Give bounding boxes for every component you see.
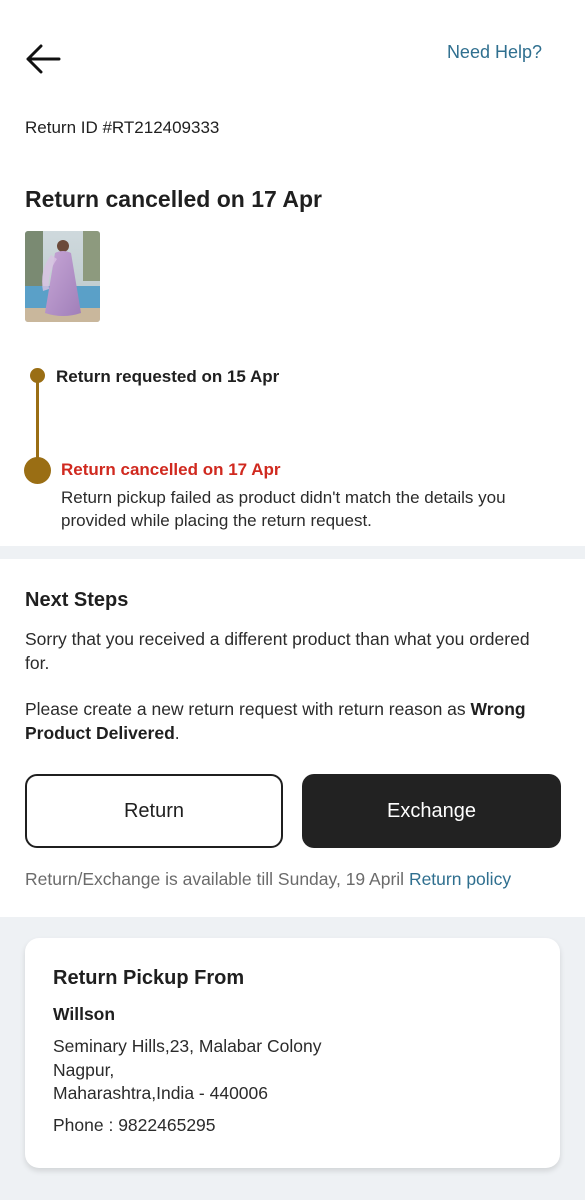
back-button[interactable] (22, 38, 64, 80)
next-steps-title: Next Steps (25, 589, 129, 611)
arrow-left-icon (26, 44, 61, 74)
product-image (25, 231, 100, 322)
pickup-address-line1: Seminary Hills,23, Malabar Colony (53, 1036, 322, 1056)
pickup-name: Willson (53, 1004, 116, 1024)
pickup-phone: Phone : 9822465295 (53, 1115, 216, 1135)
return-policy-link[interactable]: Return policy (409, 869, 511, 889)
availability-text: Return/Exchange is available till Sunday… (25, 869, 405, 889)
timeline-step-cancelled-description: Return pickup failed as product didn't m… (61, 488, 506, 530)
next-steps-message: Sorry that you received a different prod… (25, 629, 530, 673)
page-title: Return cancelled on 17 Apr (25, 186, 322, 212)
timeline-connector (36, 376, 39, 468)
return-button[interactable]: Return (25, 774, 283, 848)
instruction-text: Please create a new return request with … (25, 699, 471, 719)
timeline-dot-cancelled (24, 457, 51, 484)
pickup-title: Return Pickup From (53, 967, 245, 989)
section-divider (0, 546, 585, 559)
timeline-dot-requested (30, 368, 45, 383)
instruction-suffix: . (174, 723, 180, 743)
exchange-button[interactable]: Exchange (302, 774, 561, 848)
return-status-section: Need Help? Return ID #RT212409333 Return… (0, 0, 585, 546)
pickup-card: Return Pickup From Willson Seminary Hill… (25, 938, 560, 1168)
timeline-step-cancelled: Return cancelled on 17 Apr (61, 460, 281, 479)
availability-note: Return/Exchange is available till Sunday… (25, 869, 511, 890)
pickup-address-line2: Nagpur, (53, 1060, 115, 1080)
return-id: Return ID #RT212409333 (25, 118, 220, 137)
product-thumbnail[interactable] (25, 231, 100, 322)
need-help-link[interactable]: Need Help? (447, 42, 542, 63)
pickup-address-line3: Maharashtra,India - 440006 (53, 1083, 268, 1103)
timeline-step-requested: Return requested on 15 Apr (56, 367, 280, 386)
next-steps-instruction: Please create a new return request with … (25, 697, 555, 745)
next-steps-section: Next Steps Sorry that you received a dif… (0, 559, 585, 917)
